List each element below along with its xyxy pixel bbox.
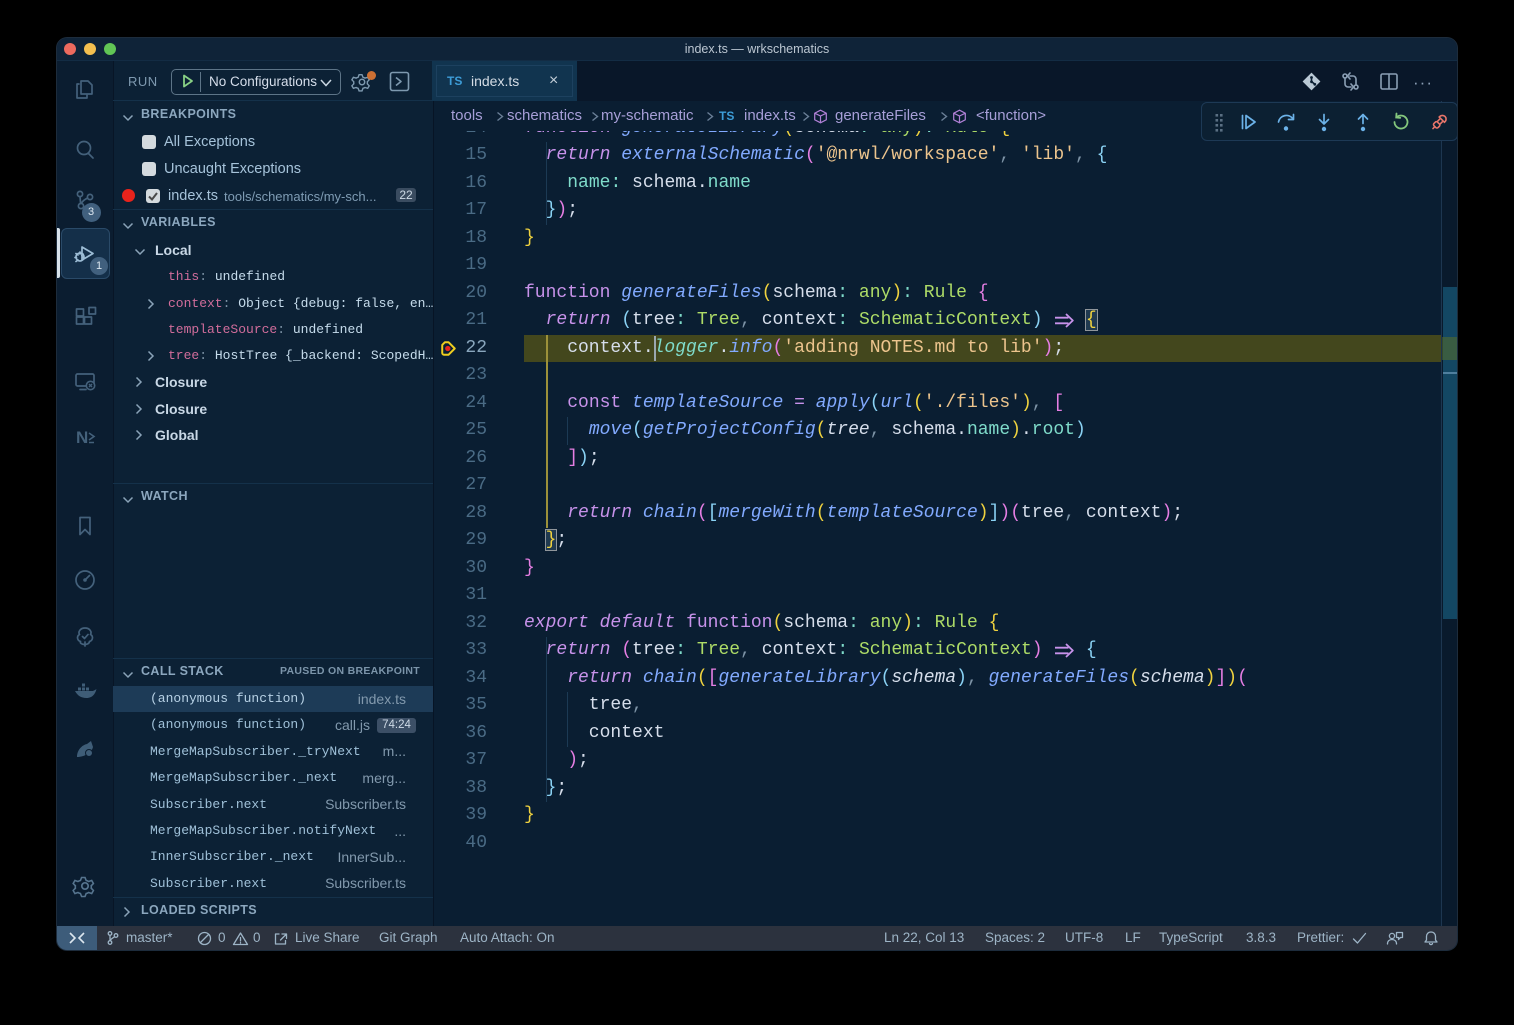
svg-text:N: N (76, 428, 88, 447)
